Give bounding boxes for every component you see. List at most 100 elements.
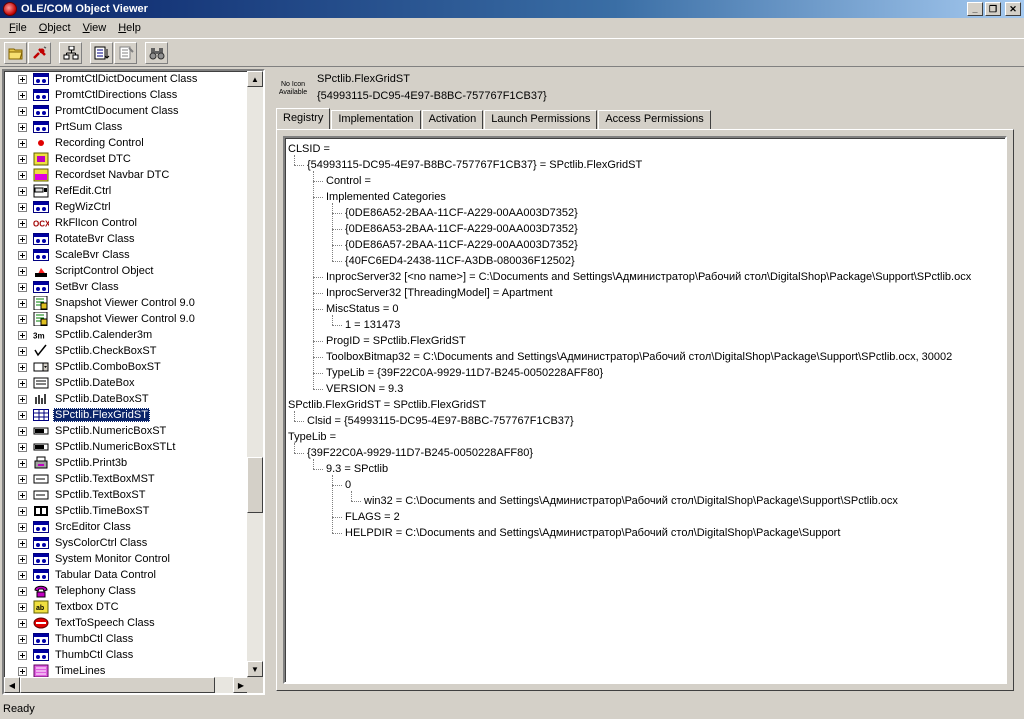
expand-plus-icon[interactable] [18, 602, 27, 612]
horizontal-scroll-thumb[interactable] [20, 677, 215, 693]
tree-item[interactable]: ab Textbox DTC [4, 599, 249, 615]
tree-item[interactable]: SrcEditor Class [4, 519, 249, 535]
tree-item[interactable]: SPctlib.DateBox [4, 375, 249, 391]
tree-item[interactable]: RegWizCtrl [4, 199, 249, 215]
object-tree[interactable]: PromtCtlDictDocument Class PromtCtlDirect… [4, 71, 249, 677]
tree-item[interactable]: SPctlib.NumericBoxSTLt [4, 439, 249, 455]
expand-plus-icon[interactable] [18, 346, 27, 356]
expand-plus-icon[interactable] [18, 282, 27, 292]
expand-plus-icon[interactable] [18, 458, 27, 468]
tree-item[interactable]: SetBvr Class [4, 279, 249, 295]
tree-item[interactable]: PromtCtlDictDocument Class [4, 71, 249, 87]
registry-entry[interactable]: 9.3 = SPctlib [285, 461, 1005, 477]
expand-plus-icon[interactable] [18, 522, 27, 532]
registry-entry[interactable]: {40FC6ED4-2438-11CF-A3DB-080036F12502} [285, 253, 1005, 269]
registry-entry[interactable]: VERSION = 9.3 [285, 381, 1005, 397]
tree-item[interactable]: ThumbCtl Class [4, 631, 249, 647]
registry-entry[interactable]: {39F22C0A-9929-11D7-B245-0050228AFF80} [285, 445, 1005, 461]
expand-plus-icon[interactable] [18, 90, 27, 100]
tree-item[interactable]: RotateBvr Class [4, 231, 249, 247]
expand-plus-icon[interactable] [18, 570, 27, 580]
expand-plus-icon[interactable] [18, 106, 27, 116]
tree-item[interactable]: Recordset DTC [4, 151, 249, 167]
tree-item[interactable]: Snapshot Viewer Control 9.0 [4, 295, 249, 311]
tree-item[interactable]: ScaleBvr Class [4, 247, 249, 263]
tree-item[interactable]: 3m SPctlib.Calender3m [4, 327, 249, 343]
scroll-left-button[interactable]: ◀ [4, 677, 20, 693]
registry-entry[interactable]: InprocServer32 [ThreadingModel] = Apartm… [285, 285, 1005, 301]
registry-entry[interactable]: TypeLib = {39F22C0A-9929-11D7-B245-00502… [285, 365, 1005, 381]
registry-entry[interactable]: Control = [285, 173, 1005, 189]
expand-plus-icon[interactable] [18, 442, 27, 452]
expand-plus-icon[interactable] [18, 154, 27, 164]
tree-item[interactable]: PrtSum Class [4, 119, 249, 135]
tree-item[interactable]: SPctlib.CheckBoxST [4, 343, 249, 359]
tree-item[interactable]: TextToSpeech Class [4, 615, 249, 631]
tree-horizontal-scrollbar[interactable]: ◀ ▶ [4, 677, 249, 693]
expand-plus-icon[interactable] [18, 634, 27, 644]
tab-registry[interactable]: Registry [276, 108, 331, 129]
tree-item[interactable]: Recordset Navbar DTC [4, 167, 249, 183]
object-tree-pane[interactable]: PromtCtlDictDocument Class PromtCtlDirect… [2, 69, 265, 695]
expand-plus-icon[interactable] [18, 538, 27, 548]
expand-plus-icon[interactable] [18, 666, 27, 676]
expand-plus-icon[interactable] [18, 202, 27, 212]
vertical-scroll-thumb[interactable] [247, 457, 263, 513]
expand-plus-icon[interactable] [18, 250, 27, 260]
connect-button[interactable] [28, 41, 51, 64]
tree-item[interactable]: Snapshot Viewer Control 9.0 [4, 311, 249, 327]
registry-entry[interactable]: FLAGS = 2 [285, 509, 1005, 525]
expand-plus-icon[interactable] [18, 266, 27, 276]
open-button[interactable] [4, 41, 27, 64]
tree-item[interactable]: SPctlib.TimeBoxST [4, 503, 249, 519]
expand-plus-icon[interactable] [18, 330, 27, 340]
expand-plus-icon[interactable] [18, 74, 27, 84]
registry-entry[interactable]: HELPDIR = C:\Documents and Settings\Адми… [285, 525, 1005, 541]
tree-item[interactable]: ThumbCtl Class [4, 647, 249, 663]
tree-item[interactable]: SPctlib.Print3b [4, 455, 249, 471]
tree-item[interactable]: SPctlib.FlexGridST [4, 407, 249, 423]
tree-item[interactable]: PromtCtlDirections Class [4, 87, 249, 103]
tree-item[interactable]: RefEdit.Ctrl [4, 183, 249, 199]
expand-plus-icon[interactable] [18, 218, 27, 228]
expand-plus-icon[interactable] [18, 234, 27, 244]
expand-plus-icon[interactable] [18, 138, 27, 148]
expand-plus-icon[interactable] [18, 186, 27, 196]
expand-plus-icon[interactable] [18, 474, 27, 484]
tab-access-permissions[interactable]: Access Permissions [598, 110, 711, 129]
registry-tree[interactable]: CLSID = {54993115-DC95-4E97-B8BC-757767F1… [283, 136, 1007, 684]
registry-entry[interactable]: MiscStatus = 0 [285, 301, 1005, 317]
expand-plus-icon[interactable] [18, 554, 27, 564]
minimize-button[interactable]: _ [967, 2, 983, 16]
registry-entry[interactable]: ToolboxBitmap32 = C:\Documents and Setti… [285, 349, 1005, 365]
copy-clsid-button[interactable] [114, 41, 137, 64]
registry-entry[interactable]: {0DE86A53-2BAA-11CF-A229-00AA003D7352} [285, 221, 1005, 237]
menu-view[interactable]: View [77, 22, 113, 34]
registry-entry[interactable]: ProgID = SPctlib.FlexGridST [285, 333, 1005, 349]
scroll-down-button[interactable]: ▼ [247, 661, 263, 677]
tree-item[interactable]: Telephony Class [4, 583, 249, 599]
close-button[interactable]: ✕ [1005, 2, 1021, 16]
tree-item[interactable]: SPctlib.ComboBoxST [4, 359, 249, 375]
registry-entry[interactable]: 0 [285, 477, 1005, 493]
tree-item[interactable]: SysColorCtrl Class [4, 535, 249, 551]
app-icon[interactable] [3, 2, 17, 16]
expand-plus-icon[interactable] [18, 378, 27, 388]
registry-entry[interactable]: SPctlib.FlexGridST = SPctlib.FlexGridST [285, 397, 1005, 413]
menu-file[interactable]: File [3, 22, 33, 34]
registry-entry[interactable]: CLSID = [285, 141, 1005, 157]
menu-object[interactable]: Object [33, 22, 77, 34]
menu-help[interactable]: Help [112, 22, 147, 34]
expand-plus-icon[interactable] [18, 506, 27, 516]
tree-item[interactable]: SPctlib.DateBoxST [4, 391, 249, 407]
registry-entry[interactable]: {0DE86A57-2BAA-11CF-A229-00AA003D7352} [285, 237, 1005, 253]
expand-plus-icon[interactable] [18, 410, 27, 420]
registry-entry[interactable]: win32 = C:\Documents and Settings\Админи… [285, 493, 1005, 509]
expand-plus-icon[interactable] [18, 650, 27, 660]
expand-plus-icon[interactable] [18, 314, 27, 324]
tab-implementation[interactable]: Implementation [331, 110, 421, 129]
registry-entry[interactable]: {0DE86A52-2BAA-11CF-A229-00AA003D7352} [285, 205, 1005, 221]
expand-plus-icon[interactable] [18, 586, 27, 596]
expand-plus-icon[interactable] [18, 298, 27, 308]
registry-entry[interactable]: InprocServer32 [<no name>] = C:\Document… [285, 269, 1005, 285]
